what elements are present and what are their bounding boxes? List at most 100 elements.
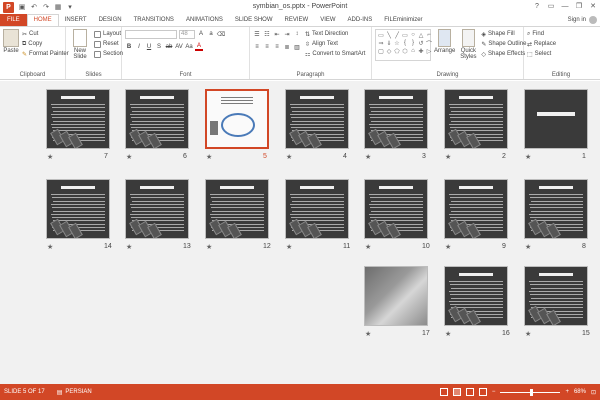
arrange-button[interactable]: Arrange xyxy=(434,29,455,61)
tab-transitions[interactable]: TRANSITIONS xyxy=(128,14,180,26)
minimize-button[interactable]: — xyxy=(558,0,572,12)
shape-option[interactable]: ⌂ xyxy=(409,47,417,55)
close-button[interactable]: ✕ xyxy=(586,0,600,12)
tab-design[interactable]: DESIGN xyxy=(93,14,128,26)
tab-home[interactable]: HOME xyxy=(26,14,59,26)
slide-sorter-view-icon[interactable] xyxy=(452,388,461,396)
shapes-gallery[interactable]: ▭ ╲ ╱ ▭ ○ △ ⌐ ⇒ ⇓ ☆{} ↺ ⌒ ▢ ◇ ⬠ ⬡ ⌂ ✚ ▷ xyxy=(375,29,433,61)
transition-star-icon[interactable]: ★ xyxy=(206,153,212,161)
ribbon-display-icon[interactable]: ▭ xyxy=(544,0,558,12)
shape-option[interactable]: { xyxy=(401,39,409,47)
slide-thumbnail[interactable] xyxy=(524,179,588,239)
zoom-level[interactable]: 68% xyxy=(574,389,586,395)
shape-option[interactable]: ⬡ xyxy=(401,47,409,55)
transition-star-icon[interactable]: ★ xyxy=(365,153,371,161)
transition-star-icon[interactable]: ★ xyxy=(525,330,531,338)
slide-thumbnail[interactable] xyxy=(524,266,588,326)
slide-thumbnail[interactable] xyxy=(125,179,189,239)
transition-star-icon[interactable]: ★ xyxy=(126,243,132,251)
format-painter-button[interactable]: ✎ Format Painter xyxy=(22,49,69,59)
text-direction-button[interactable]: ⇅ Text Direction xyxy=(305,29,365,39)
tab-fileminimizer[interactable]: FILEminimizer xyxy=(378,14,428,26)
shape-option[interactable]: ↺ xyxy=(417,39,425,47)
powerpoint-logo-icon[interactable]: P xyxy=(3,1,14,13)
slide-thumbnail[interactable] xyxy=(364,89,428,149)
fit-to-window-icon[interactable]: ⊡ xyxy=(591,389,596,396)
tab-add-ins[interactable]: ADD-INS xyxy=(342,14,379,26)
slide-thumbnail[interactable] xyxy=(364,266,428,326)
italic-button[interactable]: I xyxy=(135,43,143,51)
align-text-button[interactable]: ⇳ Align Text xyxy=(305,39,365,49)
tab-slide-show[interactable]: SLIDE SHOW xyxy=(229,14,279,26)
help-icon[interactable]: ? xyxy=(530,0,544,12)
slide-thumbnail[interactable] xyxy=(125,89,189,149)
shape-outline-button[interactable]: ✎ Shape Outline xyxy=(481,39,526,49)
slide-thumbnail[interactable] xyxy=(205,179,269,239)
sign-in-link[interactable]: Sign in xyxy=(568,17,586,23)
convert-smartart-button[interactable]: ⚏ Convert to SmartArt xyxy=(305,49,365,59)
copy-button[interactable]: ⧉ Copy xyxy=(22,39,69,49)
select-button[interactable]: ⬚ Select xyxy=(527,49,595,59)
font-color-button[interactable]: A xyxy=(195,43,203,51)
slide-show-view-icon[interactable] xyxy=(478,388,487,396)
reading-view-icon[interactable] xyxy=(465,388,474,396)
shape-option[interactable]: ✚ xyxy=(417,47,425,55)
align-right-icon[interactable]: ≡ xyxy=(273,43,281,51)
tab-insert[interactable]: INSERT xyxy=(59,14,93,26)
shape-option[interactable]: ▭ xyxy=(377,31,385,39)
tab-file[interactable]: FILE xyxy=(0,14,27,26)
slide-thumbnail[interactable] xyxy=(524,89,588,149)
transition-star-icon[interactable]: ★ xyxy=(286,243,292,251)
clear-formatting-icon[interactable]: ⌫ xyxy=(217,30,225,38)
slide-thumbnail[interactable] xyxy=(46,179,110,239)
zoom-in-button[interactable]: + xyxy=(565,389,569,395)
shape-option[interactable]: ▭ xyxy=(401,31,409,39)
slide-thumbnail[interactable] xyxy=(444,266,508,326)
transition-star-icon[interactable]: ★ xyxy=(47,243,53,251)
new-slide-button[interactable]: New Slide xyxy=(69,29,91,60)
transition-star-icon[interactable]: ★ xyxy=(445,243,451,251)
char-spacing-button[interactable]: AV xyxy=(175,43,183,51)
transition-star-icon[interactable]: ★ xyxy=(365,243,371,251)
shape-option[interactable]: ⇓ xyxy=(385,39,393,47)
zoom-out-button[interactable]: − xyxy=(492,389,496,395)
transition-star-icon[interactable]: ★ xyxy=(445,153,451,161)
slide-thumbnail[interactable] xyxy=(285,89,349,149)
shape-effects-button[interactable]: ◇ Shape Effects xyxy=(481,49,526,59)
shape-option[interactable]: ▷ xyxy=(425,47,433,55)
align-center-icon[interactable]: ≡ xyxy=(263,43,271,51)
zoom-slider[interactable] xyxy=(500,388,561,396)
align-left-icon[interactable]: ≡ xyxy=(253,43,261,51)
line-spacing-icon[interactable]: ↕ xyxy=(293,30,301,38)
shape-option[interactable]: ⇒ xyxy=(377,39,385,47)
shape-option[interactable]: ⌒ xyxy=(425,39,433,48)
paste-button[interactable]: Paste xyxy=(3,29,19,59)
tab-view[interactable]: VIEW xyxy=(314,14,341,26)
shape-option[interactable]: ⬠ xyxy=(393,47,401,55)
reset-button[interactable]: Reset xyxy=(94,39,123,49)
shape-option[interactable]: ╱ xyxy=(393,31,401,39)
transition-star-icon[interactable]: ★ xyxy=(206,243,212,251)
slide-thumbnail[interactable] xyxy=(285,179,349,239)
tab-review[interactable]: REVIEW xyxy=(279,14,315,26)
shape-option[interactable]: ▢ xyxy=(377,47,385,55)
bold-button[interactable]: B xyxy=(125,43,133,51)
redo-icon[interactable]: ↷ xyxy=(42,3,50,11)
shadow-button[interactable]: S xyxy=(155,43,163,51)
start-from-beginning-icon[interactable]: ▦ xyxy=(54,3,62,11)
underline-button[interactable]: U xyxy=(145,43,153,51)
strikethrough-button[interactable]: ab xyxy=(165,43,173,51)
quick-styles-button[interactable]: Quick Styles xyxy=(458,29,478,61)
change-case-button[interactable]: Aa xyxy=(185,43,193,51)
language-indicator[interactable]: ▤ PERSIAN xyxy=(57,389,92,396)
transition-star-icon[interactable]: ★ xyxy=(525,243,531,251)
avatar[interactable] xyxy=(589,16,597,24)
undo-icon[interactable]: ↶ xyxy=(30,3,38,11)
restore-button[interactable]: ❐ xyxy=(572,0,586,12)
columns-icon[interactable]: ▥ xyxy=(293,43,301,51)
replace-button[interactable]: ⇄ Replace xyxy=(527,39,595,49)
slide-count[interactable]: SLIDE 5 OF 17 xyxy=(4,389,45,395)
numbering-icon[interactable]: ☷ xyxy=(263,30,271,38)
grow-font-icon[interactable]: A xyxy=(197,30,205,38)
shrink-font-icon[interactable]: a xyxy=(207,30,215,38)
